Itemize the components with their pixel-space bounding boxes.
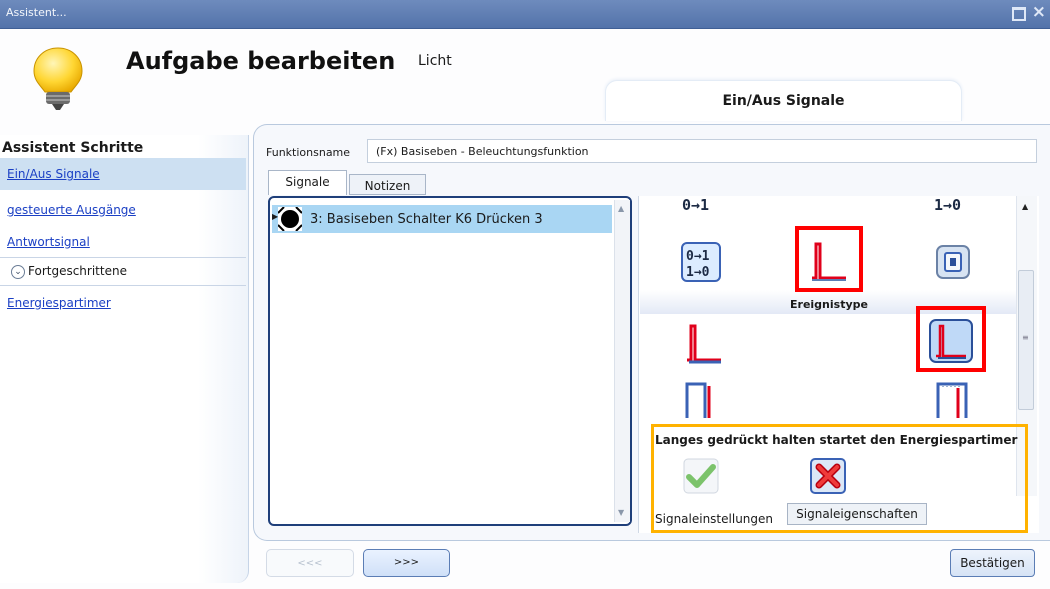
scroll-up-icon[interactable]: ▲: [618, 204, 624, 213]
svg-text:0→1: 0→1: [686, 249, 710, 264]
light-bulb-icon: [33, 47, 83, 110]
wizard-item-gesteuerte-ausgaenge[interactable]: gesteuerte Ausgänge: [7, 203, 136, 217]
page-subtitle: Licht: [418, 53, 452, 69]
confirm-button[interactable]: Bestätigen: [950, 549, 1035, 577]
next-button[interactable]: >>>: [363, 549, 450, 577]
highlight-box: [795, 226, 863, 292]
signal-label[interactable]: 3: Basiseben Schalter K6 Drücken 3: [310, 212, 543, 227]
falling-edge-icon[interactable]: 1→0: [934, 196, 961, 214]
maximize-icon[interactable]: [1012, 7, 1026, 21]
highlight-box: [916, 306, 986, 372]
event-pulse-short-icon[interactable]: [683, 322, 725, 364]
tab-notizen[interactable]: Notizen: [349, 174, 426, 195]
divider: [0, 257, 246, 258]
wizard-item-energiespartimer[interactable]: Energiespartimer: [7, 296, 111, 310]
chevron-down-icon[interactable]: ⌄: [11, 265, 25, 279]
advanced-section-label[interactable]: Fortgeschrittene: [28, 264, 127, 278]
function-name-input[interactable]: (Fx) Basiseben - Beleuchtungsfunktion: [367, 139, 1037, 163]
page-title: Aufgabe bearbeiten: [126, 47, 396, 75]
push-button-icon: [278, 207, 302, 231]
rising-edge-icon[interactable]: 0→1: [682, 196, 709, 214]
device-icon[interactable]: [935, 244, 971, 280]
divider: [0, 285, 246, 286]
scroll-down-icon[interactable]: ▼: [618, 508, 624, 517]
back-button[interactable]: <<<: [266, 549, 354, 577]
step-tab-label: Ein/Aus Signale: [722, 93, 845, 109]
rising-falling-edge-icon[interactable]: 0→1 1→0: [681, 242, 721, 282]
function-name-label: Funktionsname: [266, 146, 351, 159]
wizard-item-ein-aus-signale[interactable]: Ein/Aus Signale: [7, 167, 100, 181]
list-scrollbar[interactable]: ▲ ▼: [614, 200, 630, 522]
title-bar: Assistent... ×: [0, 0, 1050, 29]
tab-signale[interactable]: Signale: [268, 170, 347, 195]
wizard-item-antwortsignal[interactable]: Antwortsignal: [7, 235, 90, 249]
event-pulse-long-icon[interactable]: [683, 378, 727, 422]
window-title: Assistent...: [6, 6, 67, 19]
signal-list[interactable]: [268, 196, 632, 526]
close-icon[interactable]: ×: [1032, 2, 1046, 22]
grip-icon: ≡: [1022, 333, 1029, 342]
scroll-up-icon[interactable]: ▲: [1022, 202, 1028, 211]
scrollbar-thumb[interactable]: ≡: [1018, 270, 1034, 410]
highlight-box: [651, 424, 1028, 533]
svg-text:1→0: 1→0: [686, 265, 710, 280]
wizard-heading: Assistent Schritte: [2, 140, 144, 156]
event-pulse-hold-icon[interactable]: [930, 378, 974, 422]
